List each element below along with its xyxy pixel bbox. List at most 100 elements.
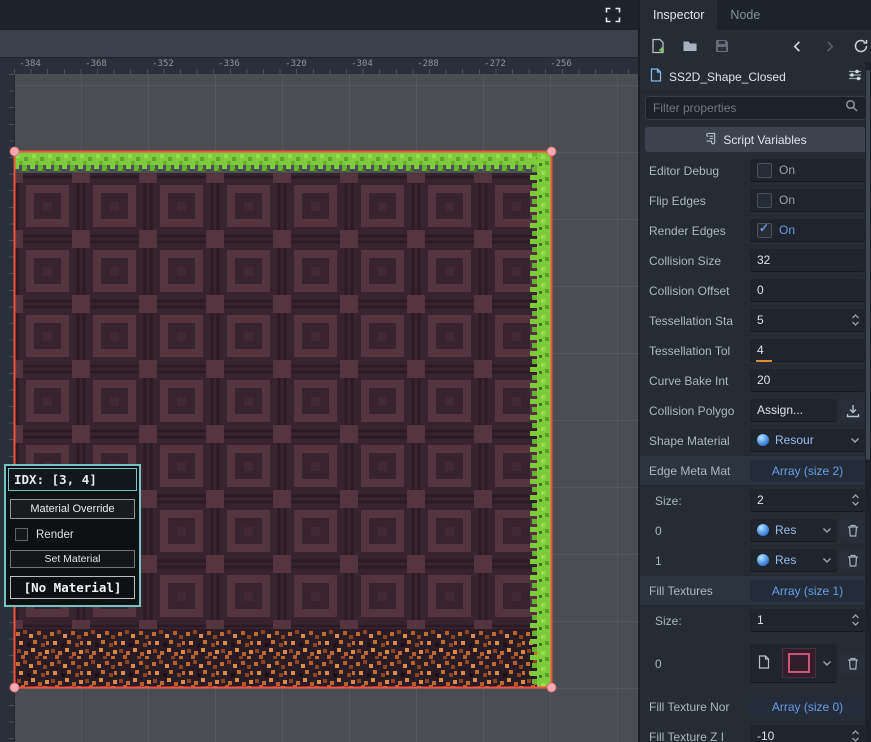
script-variables-header[interactable]: Script Variables xyxy=(645,127,866,152)
quick-load-icon[interactable] xyxy=(841,400,865,422)
property-row-fill-size: Size: 1 xyxy=(640,606,871,636)
collision-polygon-assign-button[interactable]: Assign... xyxy=(750,399,837,422)
fill-texture-z-index-spinner[interactable]: -10 xyxy=(750,725,865,742)
property-row-edge-meta-materials: Edge Meta Mat Array (size 2) xyxy=(640,456,871,486)
filter-placeholder: Filter properties xyxy=(653,101,845,115)
property-label: Collision Offset xyxy=(649,284,750,298)
property-row-collision-offset: Collision Offset 0 xyxy=(640,276,871,306)
property-row-collision-polygon: Collision Polygo Assign... xyxy=(640,396,871,426)
filter-properties-input[interactable]: Filter properties xyxy=(645,96,866,120)
object-history-icon[interactable] xyxy=(852,37,870,55)
property-list: Editor Debug On Flip Edges On Render Edg… xyxy=(640,156,871,742)
render-label: Render xyxy=(36,529,74,541)
property-label: Shape Material xyxy=(649,434,750,448)
edge-meta-materials-array-button[interactable]: Array (size 2) xyxy=(750,460,865,482)
array-index-label: 0 xyxy=(649,657,750,671)
property-label: Fill Textures xyxy=(649,584,750,598)
resource-file-icon xyxy=(649,68,663,87)
property-label: Fill Texture Z I xyxy=(649,730,750,742)
render-checkbox-icon[interactable] xyxy=(15,528,28,541)
property-row-tessellation-stages: Tessellation Sta 5 xyxy=(640,306,871,336)
new-resource-icon[interactable] xyxy=(649,37,667,55)
tessellation-tolerance-field[interactable]: 4 xyxy=(750,339,865,362)
delete-item-icon[interactable] xyxy=(841,653,865,675)
delete-item-icon[interactable] xyxy=(841,550,865,572)
viewport-sub-bar xyxy=(0,30,638,58)
field-value: 2 xyxy=(757,493,764,507)
shape-material-dropdown[interactable]: Resour xyxy=(750,429,865,452)
expand-viewport-icon[interactable] xyxy=(604,6,622,24)
edge-meta-size-spinner[interactable]: 2 xyxy=(750,489,865,512)
render-edges-checkbox[interactable]: On xyxy=(750,219,865,242)
tab-inspector[interactable]: Inspector xyxy=(640,0,717,30)
property-row-edge-item-1: 1 Res xyxy=(640,546,871,576)
property-label: Render Edges xyxy=(649,224,750,238)
inspector-tab-bar: Inspector Node xyxy=(640,0,871,30)
scrollbar-thumb[interactable] xyxy=(866,70,870,460)
edge-item-0-dropdown[interactable]: Res xyxy=(750,519,837,542)
resource-name[interactable]: SS2D_Shape_Closed xyxy=(669,70,842,84)
property-row-shape-material: Shape Material Resour xyxy=(640,426,871,456)
set-material-button[interactable]: Set Material xyxy=(10,550,135,568)
ruler-label: -320 xyxy=(285,59,307,69)
history-back-icon[interactable] xyxy=(788,37,806,55)
collision-offset-field[interactable]: 0 xyxy=(750,279,865,302)
ruler-label: -288 xyxy=(417,59,439,69)
field-value: 20 xyxy=(757,373,770,387)
inspector-scrollbar[interactable] xyxy=(865,62,871,742)
edge-material-popup: IDX: [3, 4] Material Override Render Set… xyxy=(4,464,141,607)
vertical-ruler xyxy=(0,74,15,742)
edge-index-title: IDX: [3, 4] xyxy=(8,468,137,491)
fill-size-spinner[interactable]: 1 xyxy=(750,609,865,632)
edge-item-1-dropdown[interactable]: Res xyxy=(750,549,837,572)
render-check-row[interactable]: Render xyxy=(10,528,135,541)
array-index-label: 0 xyxy=(649,524,750,538)
save-resource-icon[interactable] xyxy=(713,37,731,55)
property-row-edge-meta-size: Size: 2 xyxy=(640,486,871,516)
property-row-fill-texture-z-index: Fill Texture Z I -10 xyxy=(640,722,871,742)
chevron-down-icon xyxy=(822,553,832,567)
ruler-label: -336 xyxy=(218,59,240,69)
property-row-collision-size: Collision Size 32 xyxy=(640,246,871,276)
script-icon xyxy=(704,132,717,148)
field-value: 5 xyxy=(757,313,764,327)
load-resource-icon[interactable] xyxy=(681,37,699,55)
resource-sphere-icon xyxy=(757,434,769,446)
property-label: Curve Bake Int xyxy=(649,374,750,388)
checkbox-checked-icon xyxy=(757,223,772,238)
array-index-label: 1 xyxy=(649,554,750,568)
collision-size-field[interactable]: 32 xyxy=(750,249,865,272)
editor-debug-checkbox[interactable]: On xyxy=(750,159,865,182)
tab-node[interactable]: Node xyxy=(717,0,773,30)
delete-item-icon[interactable] xyxy=(841,520,865,542)
field-value: 0 xyxy=(757,283,764,297)
fill-textures-array-button[interactable]: Array (size 1) xyxy=(750,580,865,602)
inspector-toolbar xyxy=(640,30,871,62)
history-forward-icon[interactable] xyxy=(820,37,838,55)
search-icon xyxy=(845,99,858,117)
section-title: Script Variables xyxy=(723,133,806,147)
tessellation-stages-spinner[interactable]: 5 xyxy=(750,309,865,332)
field-value: -10 xyxy=(757,729,774,742)
extra-resource-options-icon[interactable] xyxy=(848,68,862,87)
spinner-updown-icon[interactable] xyxy=(851,493,860,507)
resource-value: Resour xyxy=(775,433,814,447)
texture-thumbnail xyxy=(782,648,816,678)
viewport-area: -384 -368 -352 -336 -320 -304 -288 -272 … xyxy=(0,0,638,742)
ruler-label: -368 xyxy=(85,59,107,69)
fill-texture-normals-array-button[interactable]: Array (size 0) xyxy=(750,696,865,718)
ruler-label: -304 xyxy=(351,59,373,69)
spinner-updown-icon[interactable] xyxy=(851,313,860,327)
curve-bake-interval-field[interactable]: 20 xyxy=(750,369,865,392)
spinner-updown-icon[interactable] xyxy=(851,613,860,627)
flip-edges-checkbox[interactable]: On xyxy=(750,189,865,212)
resource-sphere-icon xyxy=(757,554,769,566)
viewport-canvas[interactable] xyxy=(0,74,638,742)
fill-texture-dropdown[interactable] xyxy=(750,644,837,683)
property-label: Size: xyxy=(649,494,750,508)
property-label: Fill Texture Nor xyxy=(649,700,750,714)
material-override-button[interactable]: Material Override xyxy=(10,499,135,519)
field-value: Assign... xyxy=(757,403,803,417)
spinner-updown-icon[interactable] xyxy=(851,729,860,742)
property-row-edge-item-0: 0 Res xyxy=(640,516,871,546)
